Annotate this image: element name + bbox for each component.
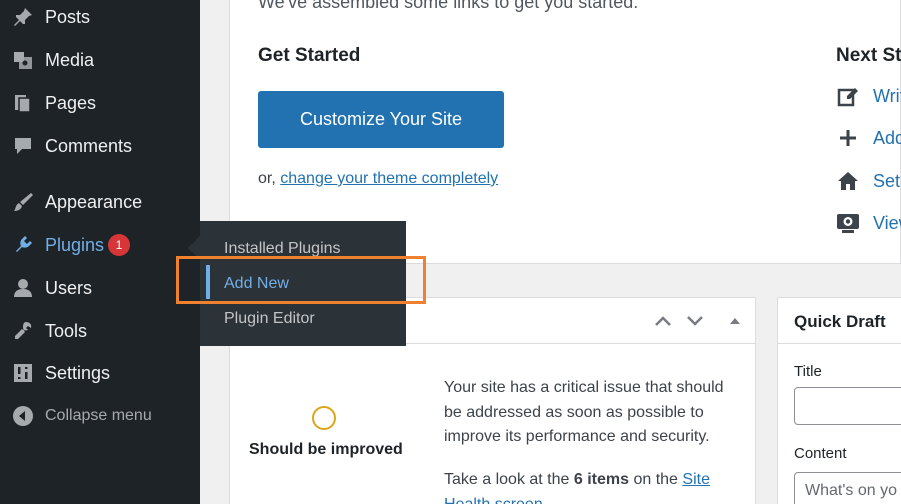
draft-content-textarea[interactable]: What's on yo xyxy=(794,472,901,504)
welcome-intro-text: We've assembled some links to get you st… xyxy=(258,0,639,12)
next-step-set[interactable]: Set xyxy=(836,168,901,194)
items-count: 6 items xyxy=(573,471,630,488)
menu-item-tools[interactable]: Tools xyxy=(0,311,200,351)
next-steps-heading: Next St xyxy=(836,45,901,66)
menu-label-appearance: Appearance xyxy=(45,191,143,212)
menu-label-pages: Pages xyxy=(45,92,97,113)
menu-item-media[interactable]: Media xyxy=(0,40,200,80)
comment-icon xyxy=(10,133,36,159)
admin-sidebar: Posts Media Pages Comments Appearance Pl… xyxy=(0,0,200,504)
quick-draft-widget: Quick Draft Title Content What's on yo xyxy=(777,297,901,504)
next-step-view-label: View xyxy=(873,212,901,233)
collapse-menu-button[interactable]: Collapse menu xyxy=(0,396,200,436)
pin-icon xyxy=(10,4,36,30)
menu-label-tools: Tools xyxy=(45,320,88,341)
menu-item-appearance[interactable]: Appearance xyxy=(0,182,200,222)
next-step-view[interactable]: View xyxy=(836,210,901,236)
menu-item-settings[interactable]: Settings xyxy=(0,353,200,393)
take-look-prefix: Take a look at the xyxy=(444,471,570,488)
collapse-icon xyxy=(10,403,36,429)
settings-icon xyxy=(10,360,36,386)
menu-item-posts[interactable]: Posts xyxy=(0,0,200,37)
change-theme-line: or, change your theme completely xyxy=(258,170,498,188)
draft-title-label: Title xyxy=(794,363,822,380)
health-status-indicator xyxy=(312,406,336,430)
menu-item-comments[interactable]: Comments xyxy=(0,126,200,166)
highlight-outline xyxy=(176,256,426,304)
next-step-set-label: Set xyxy=(873,170,901,191)
next-step-add[interactable]: Add xyxy=(836,125,901,151)
health-status-text: Should be improved xyxy=(249,441,403,458)
home-icon xyxy=(836,169,860,193)
menu-item-users[interactable]: Users xyxy=(0,268,200,308)
menu-item-pages[interactable]: Pages xyxy=(0,83,200,123)
draft-content-label: Content xyxy=(794,445,847,462)
next-step-write-label: Writ xyxy=(873,85,901,106)
wrench-icon xyxy=(10,318,36,344)
or-prefix: or, xyxy=(258,170,276,187)
customize-site-button[interactable]: Customize Your Site xyxy=(258,91,504,148)
quick-draft-header: Quick Draft xyxy=(778,298,901,344)
quick-draft-title: Quick Draft xyxy=(794,312,886,331)
next-step-add-label: Add xyxy=(873,127,901,148)
update-count-badge: 1 xyxy=(108,234,130,256)
change-theme-link[interactable]: change your theme completely xyxy=(280,170,498,187)
menu-item-plugins[interactable]: Plugins 1 xyxy=(0,225,200,265)
submenu-plugin-editor[interactable]: Plugin Editor xyxy=(224,310,315,328)
health-take-look: Take a look at the 6 items on the Site H… xyxy=(444,468,744,504)
menu-label-posts: Posts xyxy=(45,6,91,27)
toggle-panel-icon[interactable] xyxy=(724,310,746,332)
next-step-write[interactable]: Writ xyxy=(836,83,901,109)
menu-label-comments: Comments xyxy=(45,135,133,156)
get-started-heading: Get Started xyxy=(258,45,361,66)
menu-label-plugins: Plugins xyxy=(45,234,105,255)
on-the-text: on the xyxy=(633,471,678,488)
brush-icon xyxy=(10,189,36,215)
collapse-menu-label: Collapse menu xyxy=(45,407,152,424)
media-icon xyxy=(10,47,36,73)
menu-label-settings: Settings xyxy=(45,362,111,383)
plugin-icon xyxy=(10,232,36,258)
pages-icon xyxy=(10,90,36,116)
draft-title-input[interactable] xyxy=(794,387,901,425)
edit-icon xyxy=(836,84,860,108)
view-site-icon xyxy=(836,211,860,235)
menu-label-users: Users xyxy=(45,277,93,298)
move-down-icon[interactable] xyxy=(684,310,706,332)
plus-icon xyxy=(836,126,860,150)
move-up-icon[interactable] xyxy=(652,310,674,332)
user-icon xyxy=(10,275,36,301)
menu-label-media: Media xyxy=(45,49,95,70)
health-description: Your site has a critical issue that shou… xyxy=(444,379,724,445)
